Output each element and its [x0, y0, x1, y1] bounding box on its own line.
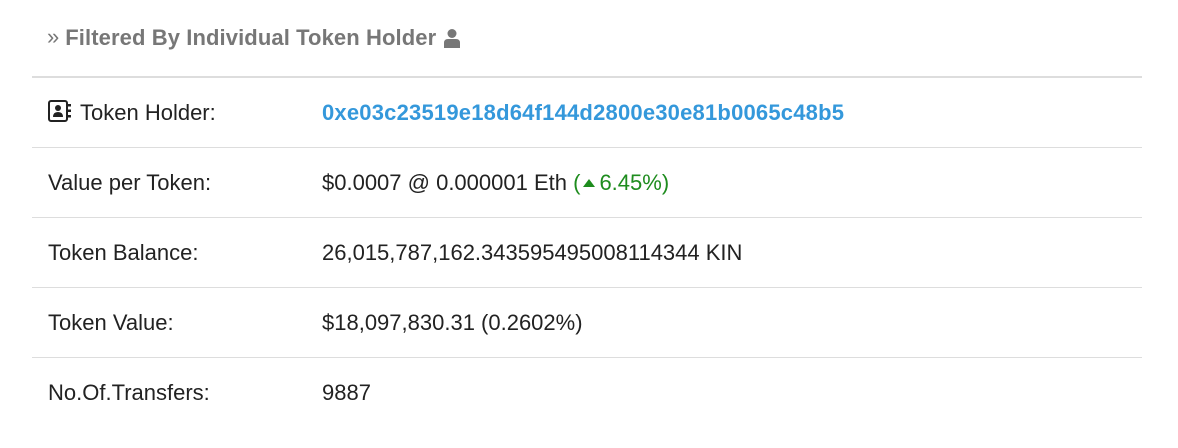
- transfers-value: 9887: [322, 380, 371, 405]
- value-per-token-row: Value per Token: $0.0007 @ 0.000001 Eth …: [32, 148, 1142, 218]
- value-per-token-label: Value per Token:: [48, 169, 212, 195]
- double-chevron-right-icon: »: [47, 24, 60, 49]
- token-value-value: $18,097,830.31 (0.2602%): [322, 309, 583, 335]
- caret-up-icon: [583, 178, 596, 187]
- token-holder-label: Token Holder:: [80, 99, 216, 125]
- contact-card-icon: [48, 99, 72, 128]
- token-holder-row: Token Holder: 0xe03c23519e18d64f144d2800…: [32, 78, 1142, 148]
- transfers-label: No.Of.Transfers:: [48, 380, 210, 405]
- token-balance-value: 26,015,787,162.343595495008114344 KIN: [322, 239, 743, 265]
- panel-title: Filtered By Individual Token Holder: [65, 25, 437, 50]
- token-holder-panel: » Filtered By Individual Token Holder To…: [32, 0, 1142, 428]
- price-change: (6.45%): [573, 170, 669, 195]
- token-holder-address-link[interactable]: 0xe03c23519e18d64f144d2800e30e81b0065c48…: [322, 100, 844, 125]
- token-value-label: Token Value:: [48, 309, 174, 335]
- token-balance-label: Token Balance:: [48, 239, 199, 265]
- panel-header: » Filtered By Individual Token Holder: [32, 0, 1142, 78]
- token-value-row: Token Value: $18,097,830.31 (0.2602%): [32, 288, 1142, 358]
- value-per-token-value: $0.0007 @ 0.000001 Eth: [322, 169, 567, 195]
- price-change-value: 6.45%): [599, 169, 670, 195]
- token-balance-row: Token Balance: 26,015,787,162.3435954950…: [32, 218, 1142, 288]
- price-change-open-paren: (: [573, 169, 581, 195]
- user-icon: [444, 28, 461, 53]
- transfers-row: No.Of.Transfers: 9887: [32, 358, 1142, 428]
